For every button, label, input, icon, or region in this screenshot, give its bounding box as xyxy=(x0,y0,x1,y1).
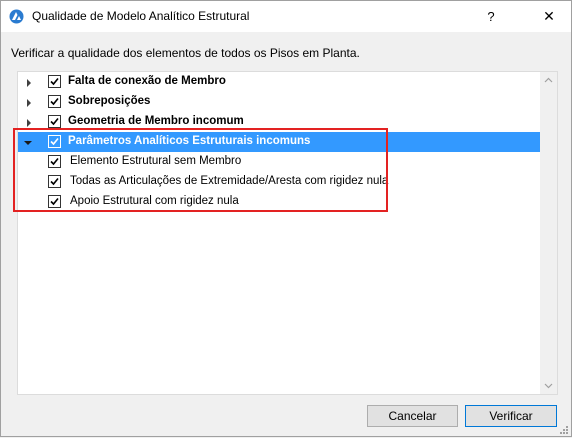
archicad-icon xyxy=(9,9,24,24)
tree-item-unusual-analytical-parameters[interactable]: Parâmetros Analíticos Estruturais incomu… xyxy=(18,132,540,152)
expand-arrow-icon[interactable] xyxy=(24,117,34,127)
cancel-button[interactable]: Cancelar xyxy=(367,405,458,427)
tree-item-label: Sobreposições xyxy=(68,95,151,107)
tree-subitem-element-without-member[interactable]: Elemento Estrutural sem Membro xyxy=(18,152,540,172)
help-button[interactable]: ? xyxy=(474,1,508,32)
vertical-scrollbar[interactable] xyxy=(540,72,557,394)
expand-arrow-icon[interactable] xyxy=(24,77,34,87)
dialog-window: Qualidade de Modelo Analítico Estrutural… xyxy=(0,0,572,437)
tree-item-label: Falta de conexão de Membro xyxy=(68,75,226,87)
checkbox[interactable] xyxy=(48,75,61,88)
tree-item-label: Parâmetros Analíticos Estruturais incomu… xyxy=(68,135,311,147)
description-text: Verificar a qualidade dos elementos de t… xyxy=(11,46,360,60)
tree-item-overlaps[interactable]: Sobreposições xyxy=(18,92,540,112)
resize-grip-icon[interactable] xyxy=(559,424,569,434)
expand-arrow-icon[interactable] xyxy=(24,97,34,107)
tree-item-label: Todas as Articulações de Extremidade/Are… xyxy=(70,175,389,187)
window-title: Qualidade de Modelo Analítico Estrutural xyxy=(32,9,250,23)
tree-item-missing-member-connection[interactable]: Falta de conexão de Membro xyxy=(18,72,540,92)
checkbox[interactable] xyxy=(48,115,61,128)
scroll-up-icon[interactable] xyxy=(540,72,557,89)
collapse-arrow-icon[interactable] xyxy=(23,137,33,147)
check-tree: Falta de conexão de Membro Sobreposições… xyxy=(17,71,558,395)
checkbox[interactable] xyxy=(48,195,61,208)
close-button[interactable]: ✕ xyxy=(531,1,567,32)
checkbox[interactable] xyxy=(48,175,61,188)
checkbox[interactable] xyxy=(48,135,61,148)
title-bar: Qualidade de Modelo Analítico Estrutural… xyxy=(1,1,571,32)
tree-item-label: Apoio Estrutural com rigidez nula xyxy=(70,195,239,207)
tree-item-label: Geometria de Membro incomum xyxy=(68,115,244,127)
tree-item-unusual-member-geometry[interactable]: Geometria de Membro incomum xyxy=(18,112,540,132)
scroll-down-icon[interactable] xyxy=(540,377,557,394)
tree-item-label: Elemento Estrutural sem Membro xyxy=(70,155,242,167)
tree-subitem-zero-stiffness-support[interactable]: Apoio Estrutural com rigidez nula xyxy=(18,192,540,212)
checkbox[interactable] xyxy=(48,95,61,108)
tree-subitem-zero-stiffness-releases[interactable]: Todas as Articulações de Extremidade/Are… xyxy=(18,172,540,192)
checkbox[interactable] xyxy=(48,155,61,168)
verify-button[interactable]: Verificar xyxy=(465,405,557,427)
